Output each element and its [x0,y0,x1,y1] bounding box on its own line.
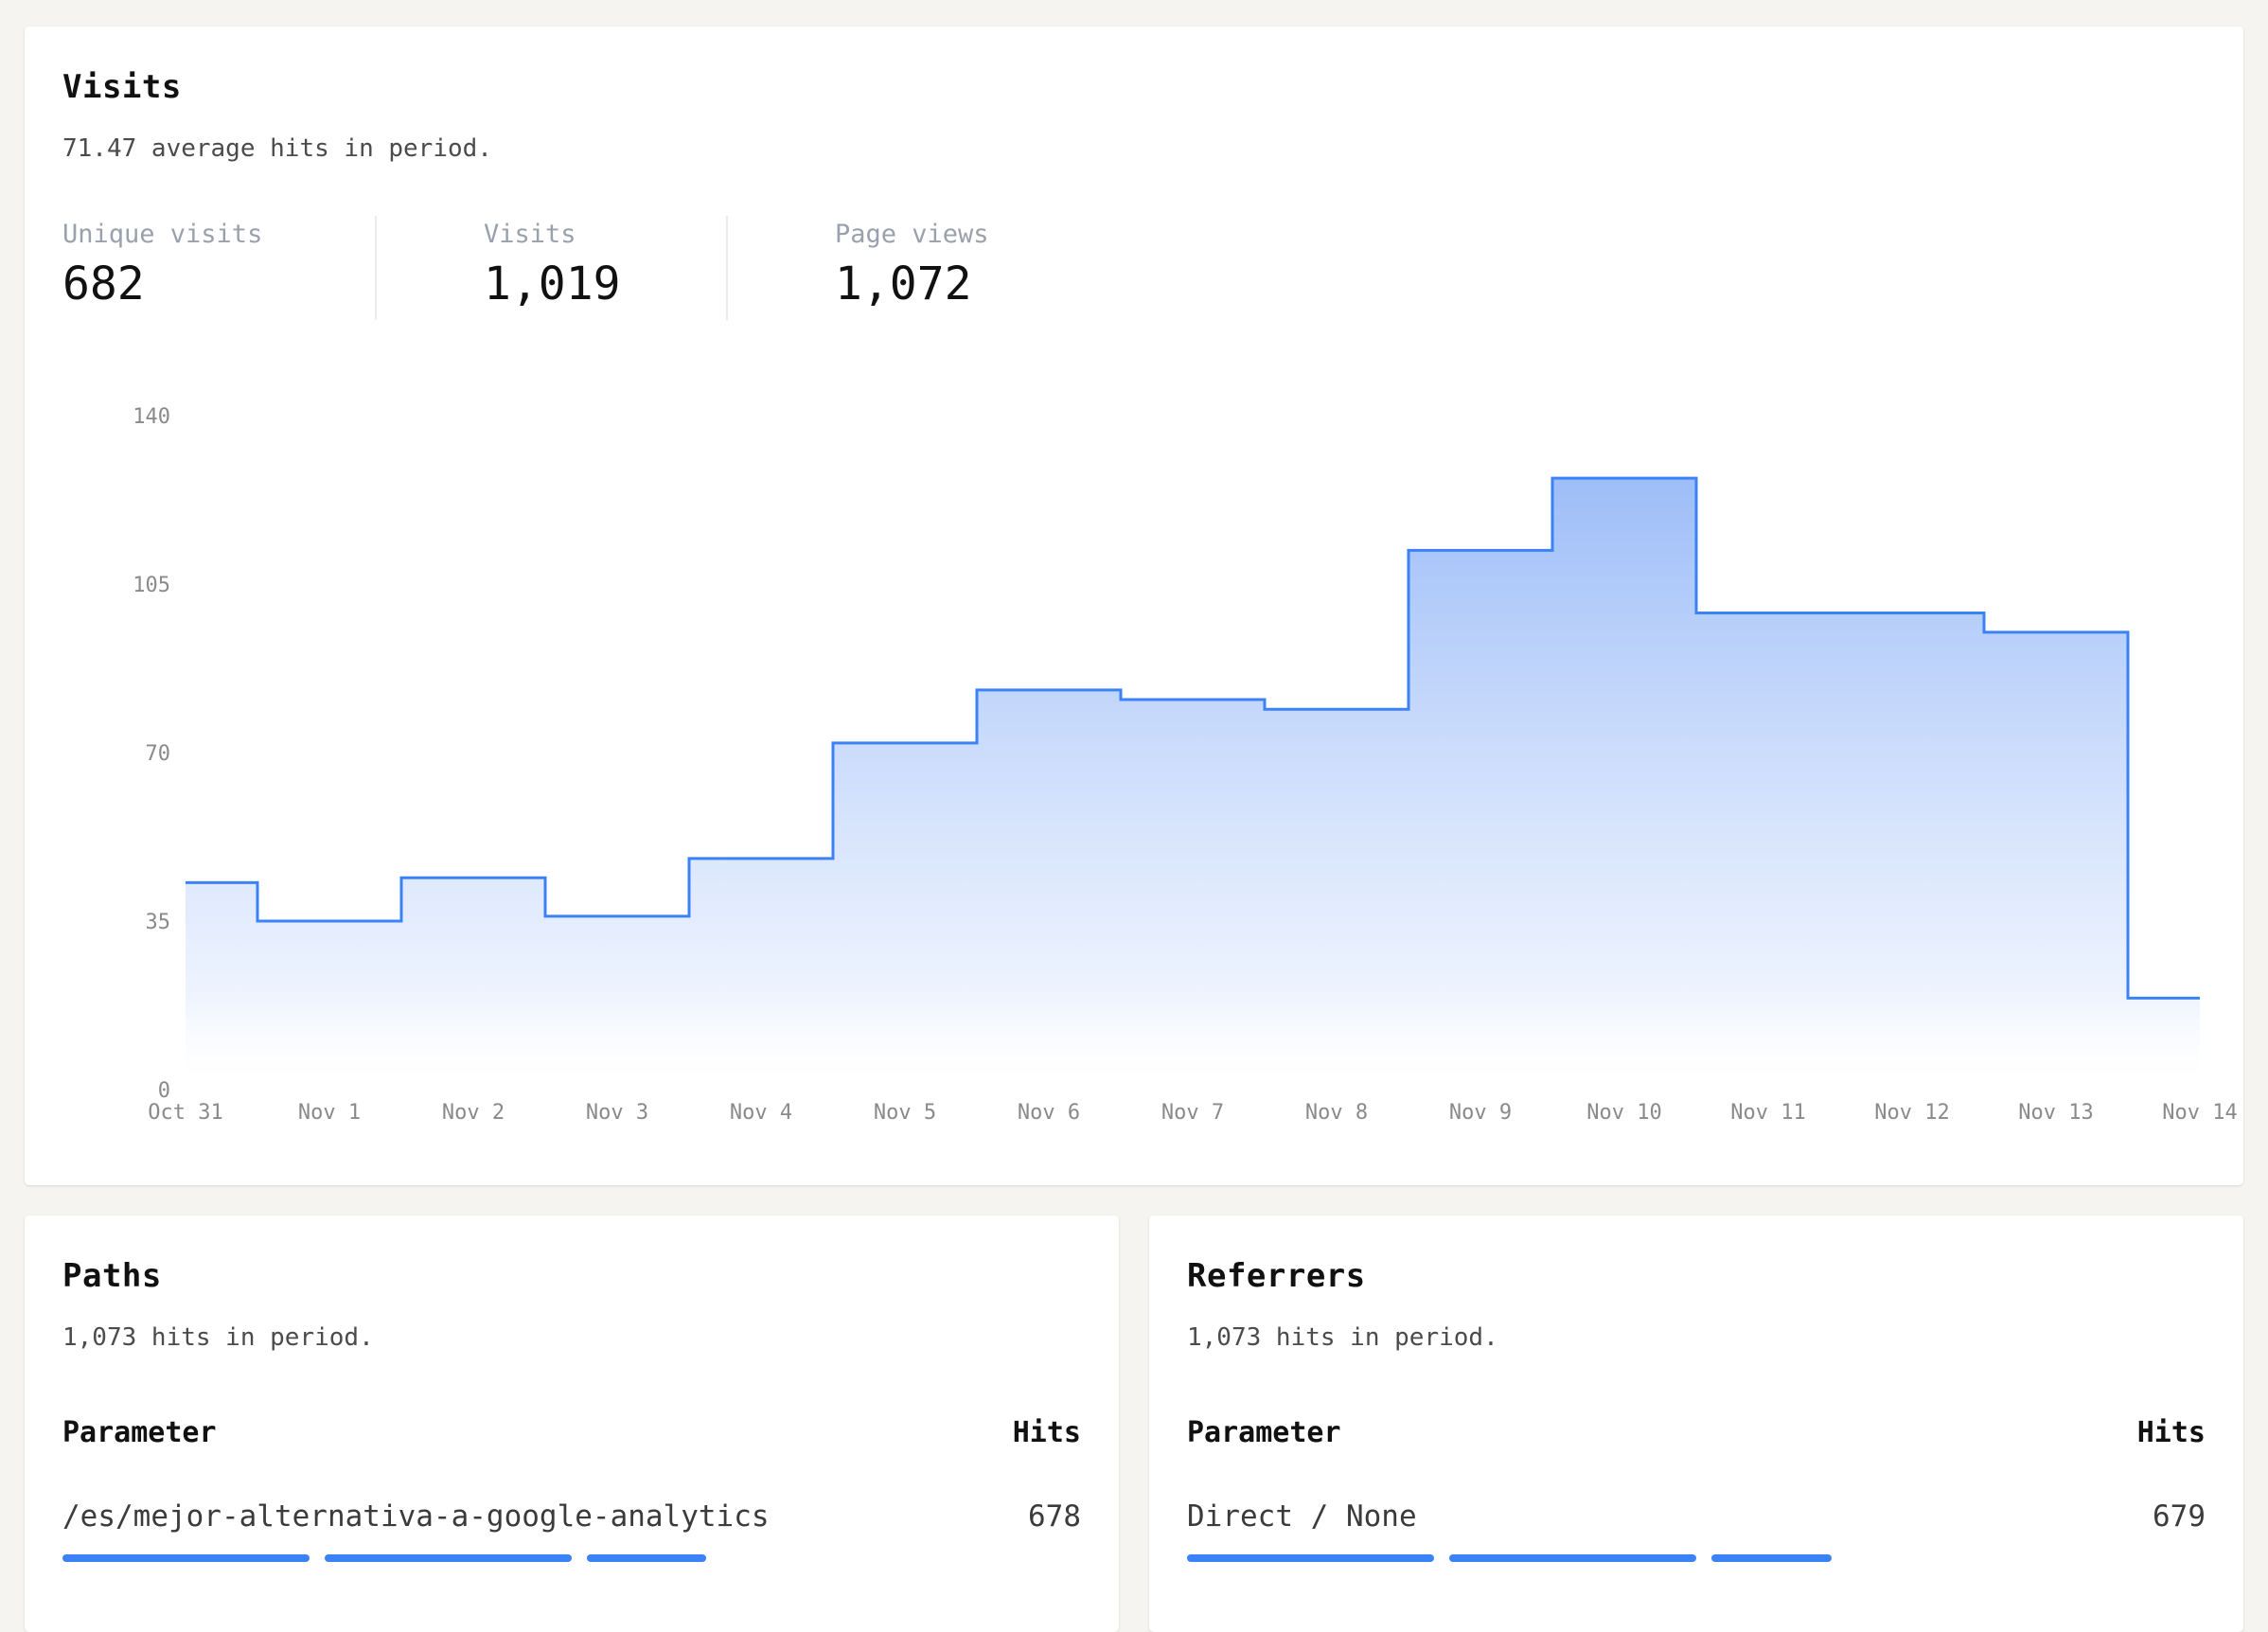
data-point-nov-12[interactable] [1906,608,1918,619]
share-bar-segment [1711,1554,1833,1562]
row-parameter[interactable]: Direct / None [1187,1499,1417,1534]
paths-card: Paths 1,073 hits in period. Parameter Hi… [25,1215,1119,1632]
y-axis: 0 35 70 105 140 [133,405,170,1103]
table-row[interactable]: /es/mejor-alternativa-a-google-analytics… [62,1499,1081,1575]
referrers-subtitle: 1,073 hits in period. [1187,1323,1498,1352]
data-point-nov-6[interactable] [1043,684,1054,696]
data-point-oct-31[interactable] [180,877,191,888]
share-bar-segment [587,1554,707,1562]
visits-card: Visits 71.47 average hits in period. Uni… [25,27,2243,1185]
column-header-parameter[interactable]: Parameter [1187,1416,1341,1449]
column-header-hits[interactable]: Hits [1013,1416,1081,1449]
data-point-nov-13[interactable] [2050,627,2062,638]
x-tick-label: Nov 2 [442,1101,505,1125]
row-parameter[interactable]: /es/mejor-alternativa-a-google-analytics [62,1499,770,1534]
data-point-nov-2[interactable] [468,872,479,883]
row-hits: 679 [2153,1499,2206,1534]
data-point-nov-3[interactable] [611,911,623,922]
referrers-card: Referrers 1,073 hits in period. Paramete… [1149,1215,2243,1632]
share-bar [62,1554,1081,1562]
data-point-nov-8[interactable] [1331,703,1342,715]
x-tick-label: Nov 9 [1449,1101,1512,1125]
x-tick-label: Nov 5 [874,1101,936,1125]
x-tick-label: Nov 1 [298,1101,361,1125]
x-tick-label: Nov 11 [1730,1101,1805,1125]
table-row[interactable]: Direct / None 679 [1187,1499,2206,1575]
y-tick-label: 105 [133,574,170,597]
data-point-nov-5[interactable] [899,737,911,749]
chart-area-fill [186,478,2200,1091]
data-point-nov-9[interactable] [1475,544,1486,556]
referrers-table-header: Parameter Hits [1187,1416,2206,1454]
paths-subtitle: 1,073 hits in period. [62,1323,374,1352]
x-tick-label: Nov 4 [730,1101,792,1125]
data-point-nov-7[interactable] [1187,694,1198,705]
paths-table-header: Parameter Hits [62,1416,1081,1454]
y-tick-label: 140 [133,405,170,429]
data-point-nov-14[interactable] [2194,992,2206,1003]
referrers-title: Referrers [1187,1257,1366,1295]
x-tick-label: Nov 7 [1161,1101,1224,1125]
paths-title: Paths [62,1257,162,1295]
x-tick-label: Nov 10 [1586,1101,1661,1125]
row-hits: 678 [1028,1499,1081,1534]
x-tick-label: Nov 14 [2162,1101,2237,1125]
y-tick-label: 70 [146,742,171,766]
y-tick-label: 0 [158,1079,170,1103]
x-tick-label: Oct 31 [148,1101,222,1125]
x-tick-label: Nov 12 [1874,1101,1949,1125]
x-tick-label: Nov 13 [2018,1101,2093,1125]
share-bar-segment [1187,1554,1434,1562]
x-axis: Oct 31 Nov 1 Nov 2 Nov 3 Nov 4 Nov 5 Nov 6 Nov … [148,1101,2237,1125]
column-header-hits[interactable]: Hits [2137,1416,2206,1449]
data-point-nov-4[interactable] [755,853,767,864]
data-point-nov-1[interactable] [324,915,335,927]
share-bar [1187,1554,2206,1562]
data-point-nov-11[interactable] [1763,608,1774,619]
visits-chart[interactable]: 0 35 70 105 140 Oct 31 Nov 1 Nov 2 Nov 3 Nov 4 No… [25,27,2243,1185]
data-point-nov-10[interactable] [1619,472,1630,484]
column-header-parameter[interactable]: Parameter [62,1416,217,1449]
x-tick-label: Nov 8 [1305,1101,1368,1125]
share-bar-segment [1449,1554,1696,1562]
y-tick-label: 35 [146,911,171,934]
x-tick-label: Nov 6 [1018,1101,1080,1125]
share-bar-segment [325,1554,572,1562]
share-bar-segment [62,1554,310,1562]
x-tick-label: Nov 3 [586,1101,648,1125]
